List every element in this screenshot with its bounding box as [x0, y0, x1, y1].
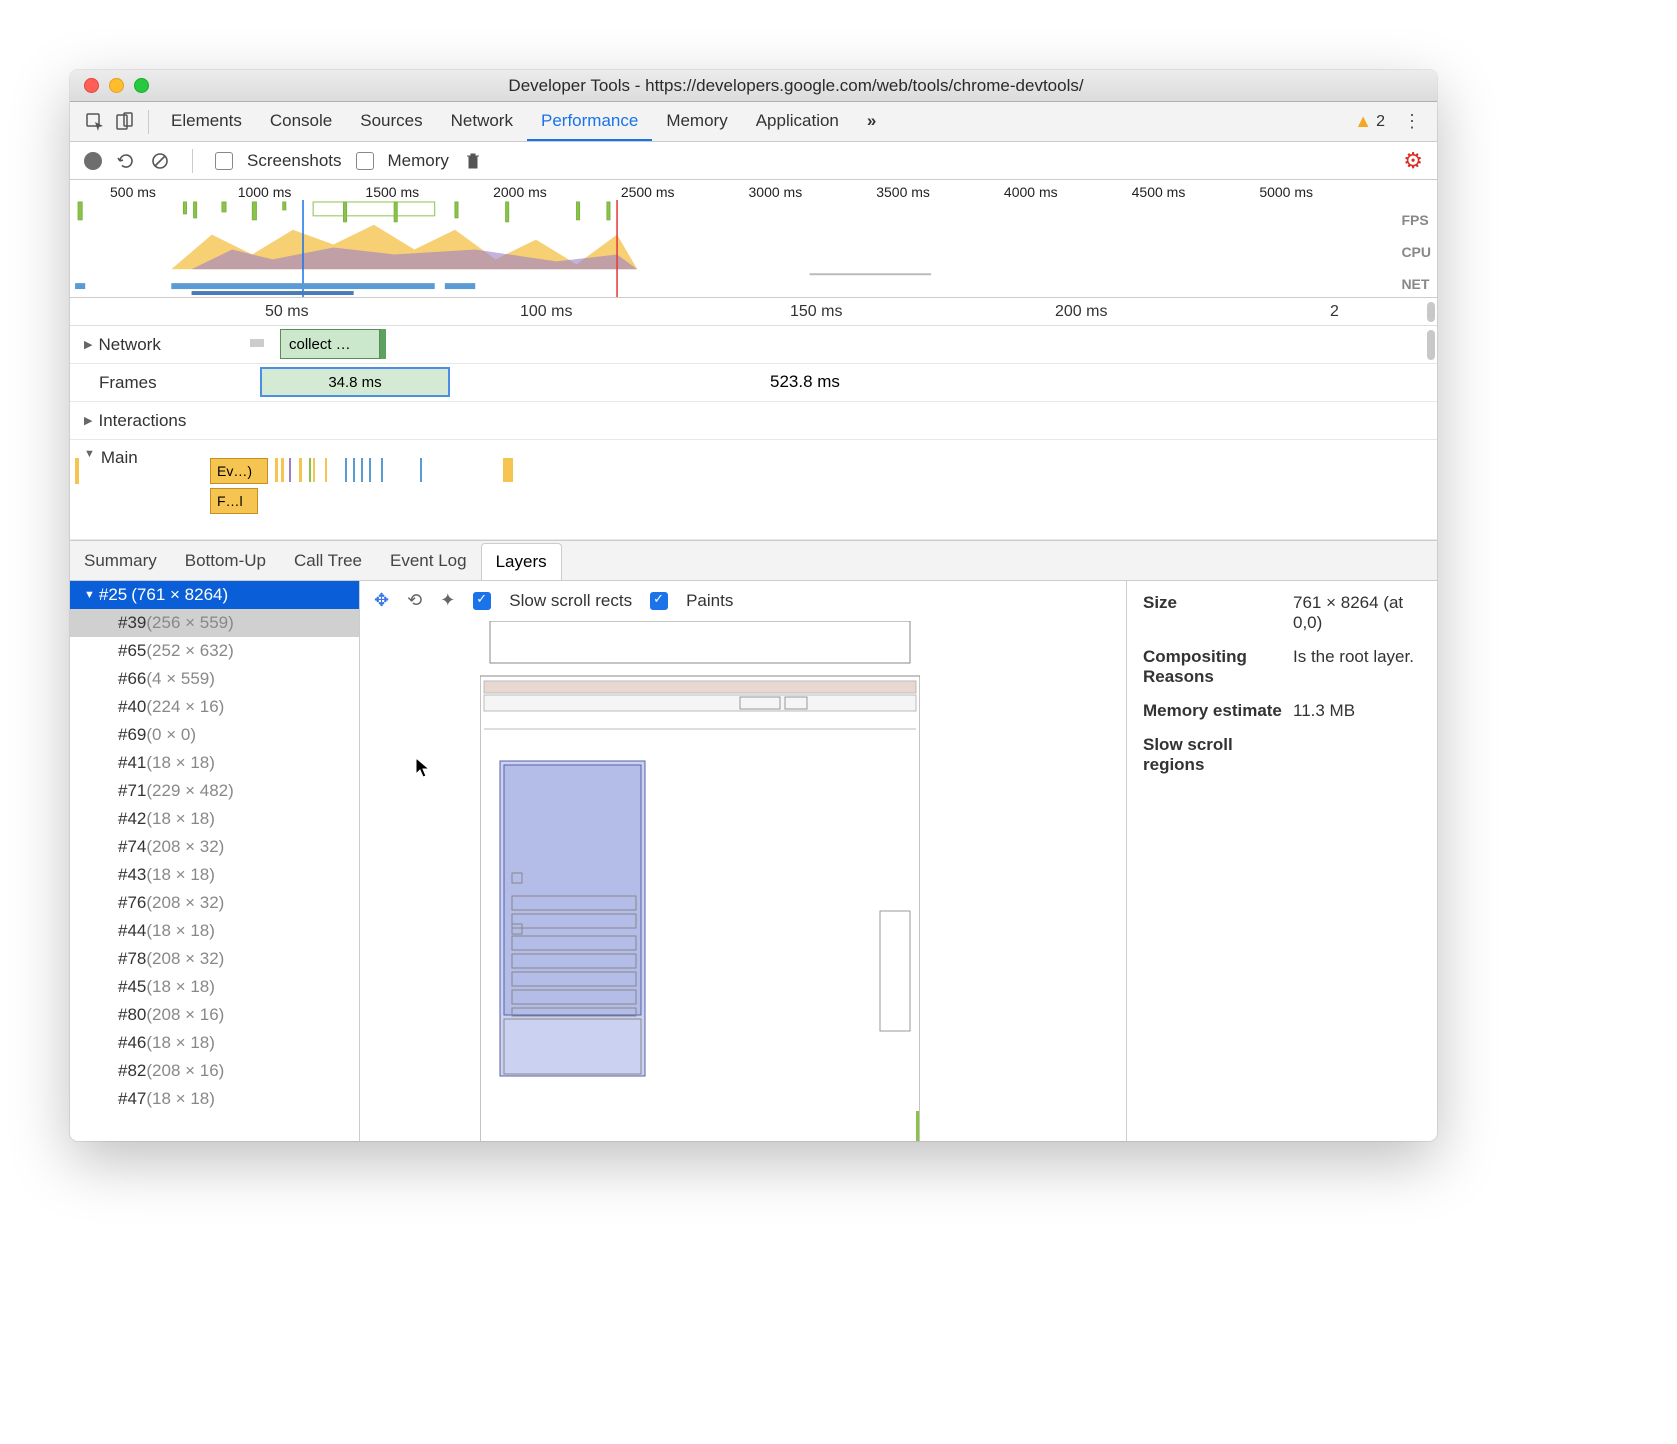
close-button[interactable]	[84, 78, 99, 93]
warning-count: 2	[1376, 113, 1385, 131]
track-interactions[interactable]: ▶Interactions	[70, 402, 1437, 440]
minimize-button[interactable]	[109, 78, 124, 93]
main-tabbar: Elements Console Sources Network Perform…	[70, 102, 1437, 142]
devtools-window: Developer Tools - https://developers.goo…	[70, 70, 1437, 1141]
flame-ruler[interactable]: 50 ms 100 ms 150 ms 200 ms 2	[70, 298, 1437, 326]
dtab-event-log[interactable]: Event Log	[376, 543, 481, 579]
overview-ticks: 500 ms1000 ms1500 ms2000 ms2500 ms3000 m…	[110, 184, 1387, 200]
info-size-val: 761 × 8264 (at 0,0)	[1293, 593, 1421, 633]
layer-item[interactable]: #44(18 × 18)	[70, 917, 359, 945]
kebab-menu-icon[interactable]: ⋮	[1397, 107, 1427, 137]
disclosure-icon: ▼	[84, 448, 95, 460]
tab-application[interactable]: Application	[742, 103, 853, 141]
tab-memory[interactable]: Memory	[652, 103, 741, 141]
tab-sources[interactable]: Sources	[346, 103, 436, 141]
memory-checkbox[interactable]	[356, 152, 374, 170]
layers-panel: ▼#25(761 × 8264)#39(256 × 559)#65(252 × …	[70, 581, 1437, 1141]
layer-item[interactable]: #80(208 × 16)	[70, 1001, 359, 1029]
layer-tree[interactable]: ▼#25(761 × 8264)#39(256 × 559)#65(252 × …	[70, 581, 360, 1141]
titlebar: Developer Tools - https://developers.goo…	[70, 70, 1437, 102]
frame-duration-2: 523.8 ms	[770, 372, 840, 392]
layer-item[interactable]: #66(4 × 559)	[70, 665, 359, 693]
dtab-layers[interactable]: Layers	[481, 543, 562, 580]
paints-checkbox[interactable]	[650, 592, 668, 610]
layer-info: Size761 × 8264 (at 0,0) Compositing Reas…	[1127, 581, 1437, 1141]
settings-gear-icon[interactable]: ⚙	[1403, 148, 1423, 174]
track-network[interactable]: ▶Network collect …	[70, 326, 1437, 364]
tab-console[interactable]: Console	[256, 103, 346, 141]
window-title: Developer Tools - https://developers.goo…	[169, 76, 1423, 96]
layer-viz: ✥ ⟲ ✦ Slow scroll rects Paints	[360, 581, 1127, 1141]
overview-labels: FPS CPU NET	[1401, 204, 1431, 300]
info-slow-key: Slow scroll regions	[1143, 735, 1293, 775]
slow-rects-label: Slow scroll rects	[509, 591, 632, 611]
layer-item[interactable]: #42(18 × 18)	[70, 805, 359, 833]
zoom-button[interactable]	[134, 78, 149, 93]
screenshots-label: Screenshots	[247, 151, 342, 171]
tab-performance[interactable]: Performance	[527, 103, 652, 141]
info-mem-val: 11.3 MB	[1293, 701, 1421, 721]
memory-label: Memory	[388, 151, 449, 171]
inspect-icon[interactable]	[80, 107, 110, 137]
layer-item[interactable]: #40(224 × 16)	[70, 693, 359, 721]
info-slow-val	[1293, 735, 1421, 775]
overview-chart[interactable]: 500 ms1000 ms1500 ms2000 ms2500 ms3000 m…	[70, 180, 1437, 298]
detail-tabs: Summary Bottom-Up Call Tree Event Log La…	[70, 541, 1437, 581]
layer-item[interactable]: #69(0 × 0)	[70, 721, 359, 749]
network-chip[interactable]: collect …	[280, 329, 380, 359]
flame-tracks: ▶Network collect … Frames 34.8 ms 523.8 …	[70, 326, 1437, 541]
overview-graph	[70, 200, 1387, 297]
dtab-summary[interactable]: Summary	[70, 543, 171, 579]
reset-icon[interactable]: ✦	[440, 590, 455, 611]
traffic-lights	[84, 78, 149, 93]
trash-icon[interactable]	[463, 151, 483, 171]
layer-item[interactable]: #76(208 × 32)	[70, 889, 359, 917]
disclosure-icon: ▶	[84, 338, 92, 351]
perf-toolbar: Screenshots Memory ⚙	[70, 142, 1437, 180]
clear-button[interactable]	[150, 151, 170, 171]
layer-item[interactable]: #78(208 × 32)	[70, 945, 359, 973]
record-button[interactable]	[84, 152, 102, 170]
layer-item[interactable]: #45(18 × 18)	[70, 973, 359, 1001]
pan-icon[interactable]: ✥	[374, 590, 389, 611]
layer-item[interactable]: #47(18 × 18)	[70, 1085, 359, 1113]
layer-item[interactable]: #65(252 × 632)	[70, 637, 359, 665]
dtab-bottom-up[interactable]: Bottom-Up	[171, 543, 280, 579]
viz-toolbar: ✥ ⟲ ✦ Slow scroll rects Paints	[360, 581, 1126, 621]
event-bar[interactable]: Ev…)	[210, 458, 268, 484]
paints-label: Paints	[686, 591, 733, 611]
tab-overflow[interactable]: »	[853, 103, 890, 141]
info-comp-val: Is the root layer.	[1293, 647, 1421, 687]
layer-item[interactable]: ▼#25(761 × 8264)	[70, 581, 359, 609]
info-comp-key: Compositing Reasons	[1143, 647, 1293, 687]
scrollbar[interactable]	[1427, 302, 1435, 322]
tab-elements[interactable]: Elements	[157, 103, 256, 141]
layer-item[interactable]: #74(208 × 32)	[70, 833, 359, 861]
frame-chip[interactable]: 34.8 ms	[260, 367, 450, 397]
viz-canvas[interactable]	[360, 621, 1126, 1141]
dtab-call-tree[interactable]: Call Tree	[280, 543, 376, 579]
warning-icon: ▲	[1354, 111, 1372, 132]
tab-network[interactable]: Network	[437, 103, 527, 141]
slow-rects-checkbox[interactable]	[473, 592, 491, 610]
track-frames[interactable]: Frames 34.8 ms 523.8 ms	[70, 364, 1437, 402]
reload-button[interactable]	[116, 151, 136, 171]
rotate-icon[interactable]: ⟲	[407, 590, 422, 611]
event-bar[interactable]: F…l	[210, 488, 258, 514]
disclosure-icon: ▶	[84, 414, 92, 427]
layer-item[interactable]: #39(256 × 559)	[70, 609, 359, 637]
panel-tabs: Elements Console Sources Network Perform…	[157, 103, 890, 141]
layer-item[interactable]: #41(18 × 18)	[70, 749, 359, 777]
info-mem-key: Memory estimate	[1143, 701, 1293, 721]
scrollbar[interactable]	[1427, 330, 1435, 360]
layer-item[interactable]: #43(18 × 18)	[70, 861, 359, 889]
track-main[interactable]: ▼Main Ev…) F…l	[70, 440, 1437, 540]
warning-badge[interactable]: ▲ 2	[1354, 111, 1385, 132]
layer-item[interactable]: #71(229 × 482)	[70, 777, 359, 805]
layer-item[interactable]: #82(208 × 16)	[70, 1057, 359, 1085]
layer-item[interactable]: #46(18 × 18)	[70, 1029, 359, 1057]
info-size-key: Size	[1143, 593, 1293, 633]
screenshots-checkbox[interactable]	[215, 152, 233, 170]
device-toolbar-icon[interactable]	[110, 107, 140, 137]
